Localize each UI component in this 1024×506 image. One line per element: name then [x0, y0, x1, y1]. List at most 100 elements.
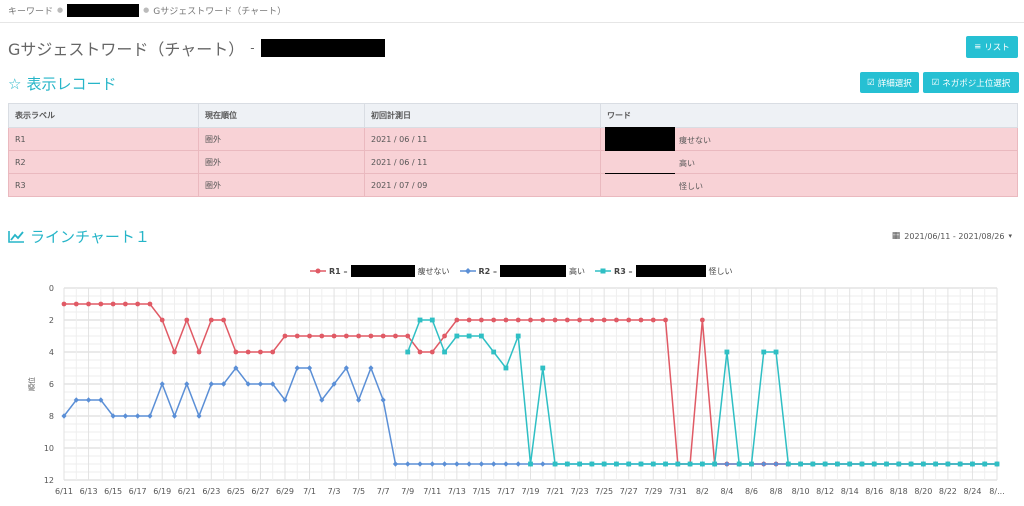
- header-divider: [0, 22, 1024, 23]
- data-point-r1: [454, 317, 460, 323]
- x-tick-label: 8/8: [770, 487, 783, 496]
- data-point-r1: [282, 333, 288, 339]
- data-point-r3: [871, 461, 877, 467]
- data-point-r1: [147, 301, 153, 307]
- data-point-r1: [172, 349, 177, 355]
- x-tick-label: 8/22: [939, 487, 957, 496]
- row-word: 痩せない: [679, 136, 711, 145]
- data-point-r3: [847, 461, 853, 467]
- y-tick-label: 6: [49, 380, 54, 389]
- x-tick-label: 6/21: [178, 487, 196, 496]
- data-point-r1: [601, 317, 607, 323]
- data-point-r3: [699, 461, 705, 467]
- legend-item-r3[interactable]: R3 – 怪しい: [595, 265, 733, 277]
- data-point-r3: [638, 461, 644, 467]
- data-point-r1: [245, 349, 251, 355]
- data-point-r3: [982, 461, 988, 467]
- data-point-r2: [135, 413, 141, 419]
- legend-word-r3: 怪しい: [708, 266, 733, 276]
- negaposi-select-label: ネガポジ上位選択: [942, 78, 1011, 89]
- data-point-r1: [61, 301, 67, 307]
- data-point-r3: [417, 317, 423, 323]
- data-point-r1: [135, 301, 141, 307]
- data-point-r1: [270, 349, 276, 355]
- data-point-r2: [466, 461, 472, 467]
- data-point-r3: [675, 461, 681, 467]
- data-point-r1: [417, 349, 423, 355]
- data-point-r2: [368, 365, 374, 371]
- legend-item-r2[interactable]: R2 – 高い: [459, 265, 585, 277]
- data-point-r1: [380, 333, 386, 339]
- records-table: 表示ラベル 現在順位 初回計測日 ワード R1 圏外 2021 / 06 / 1…: [8, 103, 1018, 197]
- x-tick-label: 8/14: [841, 487, 859, 496]
- date-range-text: 2021/06/11 - 2021/08/26: [904, 231, 1005, 241]
- x-tick-label: 8/24: [963, 487, 981, 496]
- check-square-icon: ☑: [931, 77, 940, 88]
- row-rank: 圏外: [198, 150, 365, 174]
- row-word-cell: 怪しい: [600, 173, 1018, 197]
- data-point-r1: [159, 317, 165, 323]
- data-point-r2: [208, 381, 214, 387]
- row-label: R1: [8, 127, 199, 151]
- chart-legend: R1 – 痩せない R2 – 高い R3 – 怪しい: [310, 265, 733, 277]
- data-point-r2: [724, 461, 730, 467]
- data-point-r2: [196, 413, 202, 419]
- data-point-r1: [466, 317, 472, 323]
- data-point-r2: [147, 413, 153, 419]
- data-point-r3: [540, 365, 546, 371]
- data-point-r3: [614, 461, 619, 467]
- data-point-r2: [294, 365, 300, 371]
- legend-word-r1: 痩せない: [417, 266, 450, 276]
- list-button-label: リスト: [984, 43, 1010, 53]
- x-tick-label: 6/25: [227, 487, 245, 496]
- breadcrumb-separator-icon: ●: [143, 6, 150, 14]
- negaposi-select-button[interactable]: ☑ ネガポジ上位選択: [923, 72, 1019, 93]
- breadcrumb-current: Gサジェストワード（チャート）: [153, 6, 287, 17]
- table-row[interactable]: R1 圏外 2021 / 06 / 11 痩せない: [8, 127, 1018, 192]
- x-tick-label: 8/10: [792, 487, 810, 496]
- x-tick-label: 7/3: [328, 487, 341, 496]
- detail-select-button[interactable]: ☑ 詳細選択: [860, 72, 919, 93]
- y-tick-label: 2: [49, 316, 54, 325]
- data-point-r1: [393, 333, 398, 339]
- page-title-dash: -: [250, 41, 255, 55]
- data-point-r2: [85, 397, 92, 403]
- data-point-r2: [491, 461, 497, 467]
- table-header-row: 表示ラベル 現在順位 初回計測日 ワード: [8, 103, 1018, 128]
- date-range-picker[interactable]: ▦ 2021/06/11 - 2021/08/26 ▾: [892, 231, 1012, 241]
- row-label: R2: [8, 150, 199, 174]
- x-tick-label: 8/18: [890, 487, 908, 496]
- y-axis-label: 順位: [27, 377, 36, 391]
- data-point-r3: [822, 461, 828, 467]
- redacted-block: [260, 39, 385, 57]
- row-word: 高い: [679, 159, 695, 168]
- x-tick-label: 7/23: [571, 487, 589, 496]
- list-button[interactable]: ≡ リスト: [966, 36, 1018, 58]
- data-point-r1: [503, 317, 509, 323]
- row-rank: 圏外: [198, 127, 365, 151]
- data-point-r2: [478, 461, 484, 467]
- row-word: 怪しい: [679, 182, 703, 191]
- data-point-r1: [307, 333, 312, 339]
- row-date: 2021 / 07 / 09: [364, 173, 601, 197]
- table-row[interactable]: R2 圏外 2021 / 06 / 11 高い: [8, 150, 1018, 174]
- data-point-r2: [441, 461, 448, 467]
- data-point-r1: [122, 301, 128, 307]
- data-point-r1: [626, 317, 632, 323]
- data-point-r3: [933, 461, 939, 467]
- legend-item-r1[interactable]: R1 – 痩せない: [310, 265, 450, 277]
- legend-label-r1: R1 –: [329, 266, 348, 276]
- table-row[interactable]: R3 圏外 2021 / 07 / 09 怪しい: [8, 173, 1018, 197]
- data-point-r2: [159, 381, 165, 387]
- data-point-r1: [294, 333, 300, 339]
- y-tick-label: 12: [44, 476, 54, 485]
- data-point-r3: [970, 461, 975, 467]
- redacted-block: [500, 265, 567, 277]
- data-point-r3: [454, 333, 460, 339]
- list-icon: ≡: [974, 42, 982, 52]
- data-point-r3: [749, 461, 754, 467]
- breadcrumb-keyword[interactable]: キーワード: [8, 4, 53, 17]
- data-point-r3: [442, 349, 447, 355]
- data-point-r3: [994, 461, 1000, 467]
- data-point-r2: [171, 413, 178, 419]
